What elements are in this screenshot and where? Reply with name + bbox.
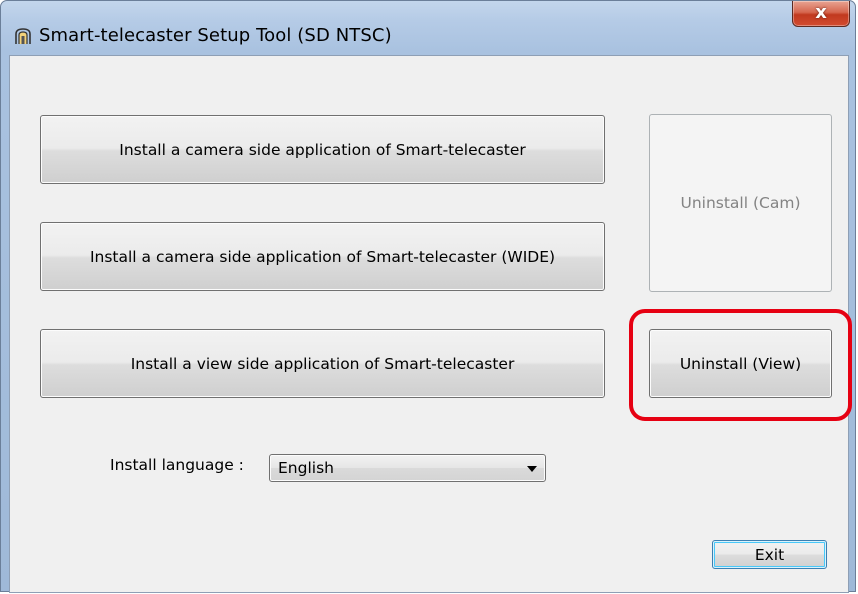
- close-icon: x: [815, 2, 827, 23]
- close-button[interactable]: x: [792, 1, 850, 27]
- app-icon: [15, 28, 31, 44]
- setup-tool-window: Smart-telecaster Setup Tool (SD NTSC) x: [0, 0, 857, 593]
- install-camera-button[interactable]: Install a camera side application of Sma…: [40, 115, 605, 184]
- install-language-select[interactable]: English: [269, 454, 546, 482]
- window-title: Smart-telecaster Setup Tool (SD NTSC): [39, 25, 392, 46]
- exit-button[interactable]: Exit: [712, 540, 827, 569]
- dropdown-arrow-icon: [527, 466, 537, 472]
- highlight-annotation: [629, 309, 852, 421]
- install-language-value: English: [278, 459, 334, 477]
- install-view-button[interactable]: Install a view side application of Smart…: [40, 329, 605, 398]
- install-language-label: Install language :: [110, 456, 244, 474]
- install-camera-wide-button[interactable]: Install a camera side application of Sma…: [40, 222, 605, 291]
- title-bar[interactable]: Smart-telecaster Setup Tool (SD NTSC) x: [1, 1, 857, 55]
- uninstall-cam-button[interactable]: Uninstall (Cam): [649, 114, 832, 292]
